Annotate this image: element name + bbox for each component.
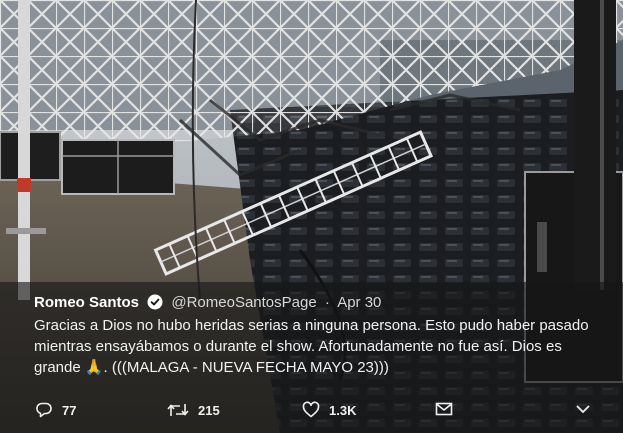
tweet-media-card: Romeo Santos @RomeoSantosPage · Apr 30 G… xyxy=(0,0,623,433)
heart-icon xyxy=(302,401,320,419)
retweet-button[interactable]: 215 xyxy=(167,401,220,419)
reply-icon xyxy=(35,401,53,419)
chevron-down-icon xyxy=(575,401,591,417)
like-count: 1.3K xyxy=(329,402,357,418)
tweet-overlay: Romeo Santos @RomeoSantosPage · Apr 30 G… xyxy=(0,282,623,433)
direct-message-button[interactable] xyxy=(435,401,453,417)
like-button[interactable]: 1.3K xyxy=(302,401,356,419)
more-options-button[interactable] xyxy=(575,401,591,417)
tweet-text: Gracias a Dios no hubo heridas serias a … xyxy=(34,317,589,376)
retweet-count: 215 xyxy=(198,402,220,418)
tweet-header: Romeo Santos @RomeoSantosPage · Apr 30 xyxy=(34,294,381,315)
envelope-icon xyxy=(435,401,453,417)
author-name[interactable]: Romeo Santos xyxy=(34,294,139,311)
retweet-icon xyxy=(167,401,189,419)
verified-badge-icon xyxy=(147,294,163,315)
tweet-date[interactable]: Apr 30 xyxy=(337,294,381,311)
reply-count: 77 xyxy=(62,402,77,418)
tweet-actions: 77 215 1.3K xyxy=(0,401,623,423)
separator-dot: · xyxy=(324,294,330,311)
reply-button[interactable]: 77 xyxy=(35,401,76,419)
author-handle[interactable]: @RomeoSantosPage xyxy=(171,294,316,311)
